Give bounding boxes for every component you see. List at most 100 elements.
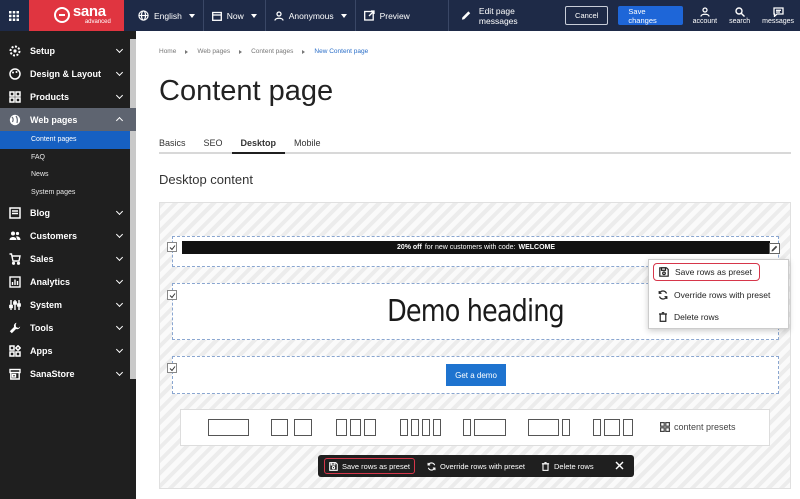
sidebar-item-label: Tools xyxy=(30,322,54,333)
toolbar-override-rows-with-preset[interactable]: Override rows with preset xyxy=(423,458,529,474)
content-editor: 20% off for new customers with code: WEL… xyxy=(159,202,791,489)
promo-banner: 20% off for new customers with code: WEL… xyxy=(182,241,770,254)
search-button[interactable]: search xyxy=(723,0,756,31)
layout-preset-side-a[interactable] xyxy=(463,419,471,436)
chevron-down-icon xyxy=(188,13,195,18)
save-changes-button[interactable]: Save changes xyxy=(618,6,683,25)
close-toolbar-button[interactable] xyxy=(615,461,624,472)
chevron-up-icon xyxy=(115,116,124,125)
sidebar-subitem-faq[interactable]: FAQ xyxy=(0,149,136,167)
layout-preset-mid-b[interactable] xyxy=(604,419,620,436)
promo-bold: 20% off xyxy=(396,244,422,251)
layout-preset-2col-b[interactable] xyxy=(294,419,312,436)
breadcrumb-home[interactable]: Home xyxy=(159,48,176,55)
sidebar-item-blog[interactable]: Blog xyxy=(0,201,136,224)
sidebar-item-label: Analytics xyxy=(30,276,71,287)
chevron-down-icon xyxy=(115,45,124,54)
content-presets-label: content presets xyxy=(674,422,736,432)
tab-mobile[interactable]: Mobile xyxy=(285,138,330,154)
date-selector[interactable]: Now xyxy=(204,0,265,31)
layout-preset-mid-c[interactable] xyxy=(623,419,633,436)
sidebar-item-setup[interactable]: Setup xyxy=(0,39,136,62)
breadcrumb-content-pages[interactable]: Content pages xyxy=(251,48,293,55)
layout-preset-mid-a[interactable] xyxy=(593,419,601,436)
sidebar-item-label: Setup xyxy=(30,45,56,56)
sidebar-subitem-content-pages[interactable]: Content pages xyxy=(0,131,136,149)
layout-preset-2col-a[interactable] xyxy=(271,419,288,436)
language-selector[interactable]: English xyxy=(124,0,203,31)
content-presets-button[interactable]: content presets xyxy=(660,422,736,432)
apps-grid-button[interactable] xyxy=(0,0,29,31)
layout-preset-3col-c[interactable] xyxy=(364,419,376,436)
sidebar-item-customers[interactable]: Customers xyxy=(0,224,136,247)
section-title: Desktop content xyxy=(159,172,253,187)
row-checkbox[interactable] xyxy=(167,242,177,252)
menu-item-label: Delete rows xyxy=(674,312,719,322)
layout-preset-3col-a[interactable] xyxy=(336,419,347,436)
toolbar-save-rows-as-preset[interactable]: Save rows as preset xyxy=(324,458,415,474)
sidebar-item-products[interactable]: Products xyxy=(0,85,136,108)
messages-button[interactable]: messages xyxy=(756,0,800,31)
row-checkbox[interactable] xyxy=(167,363,177,373)
blog-icon xyxy=(9,206,21,219)
layout-preset-3col-b[interactable] xyxy=(350,419,361,436)
cancel-button[interactable]: Cancel xyxy=(565,6,609,25)
globe-icon xyxy=(9,114,21,126)
layout-preset-4col-d[interactable] xyxy=(433,419,441,436)
tab-basics[interactable]: Basics xyxy=(159,138,195,154)
layout-preset-side-b[interactable] xyxy=(474,419,506,436)
row-checkbox[interactable] xyxy=(167,290,177,300)
sidebar-item-label: Sales xyxy=(30,253,54,264)
layout-preset-4col-a[interactable] xyxy=(400,419,408,436)
sidebar-item-analytics[interactable]: Analytics xyxy=(0,270,136,293)
get-a-demo-button[interactable]: Get a demo xyxy=(446,364,506,386)
external-link-icon xyxy=(363,10,375,21)
edit-page-messages-button[interactable]: Edit page messages xyxy=(449,0,558,31)
preview-button[interactable]: Preview xyxy=(356,0,418,31)
edit-messages-label: Edit page messages xyxy=(478,5,518,26)
menu-item-label: Save rows as preset xyxy=(675,267,753,277)
sidebar-item-sanastore[interactable]: SanaStore xyxy=(0,362,136,385)
logo-name: sana xyxy=(72,3,106,20)
sidebar-item-web-pages[interactable]: Web pages xyxy=(0,108,136,131)
tab-bar: Basics SEO Desktop Mobile xyxy=(159,138,791,154)
toolbar-delete-rows[interactable]: Delete rows xyxy=(537,458,598,474)
gear-icon xyxy=(9,45,21,57)
tab-seo[interactable]: SEO xyxy=(195,138,232,154)
account-button[interactable]: account xyxy=(687,0,724,31)
sidebar-subitem-system-pages[interactable]: System pages xyxy=(0,184,136,202)
sana-logo[interactable]: sana advanced xyxy=(28,0,124,31)
menu-override-rows-with-preset[interactable]: Override rows with preset xyxy=(653,286,786,304)
chevron-down-icon xyxy=(115,276,124,285)
sidebar-item-sales[interactable]: Sales xyxy=(0,247,136,270)
row-context-menu: Save rows as preset Override rows with p… xyxy=(648,259,789,329)
customers-icon xyxy=(9,230,21,242)
chevron-down-icon xyxy=(115,299,124,308)
layout-preset-side-c[interactable] xyxy=(528,419,559,436)
sidebar-item-label: System xyxy=(30,299,63,310)
layout-preset-side-d[interactable] xyxy=(562,419,570,436)
analytics-icon xyxy=(9,275,21,288)
layout-preset-4col-b[interactable] xyxy=(411,419,419,436)
sidebar-item-apps[interactable]: Apps xyxy=(0,339,136,362)
sana-logo-icon xyxy=(53,7,70,23)
menu-delete-rows[interactable]: Delete rows xyxy=(653,308,786,326)
layout-preset-1col[interactable] xyxy=(208,419,249,436)
menu-save-rows-as-preset[interactable]: Save rows as preset xyxy=(653,263,760,281)
tab-desktop[interactable]: Desktop xyxy=(231,138,286,154)
top-bar: sana advanced English Now Anonymous Prev… xyxy=(0,0,800,31)
palette-icon xyxy=(9,67,21,80)
sidebar-item-design-layout[interactable]: Design & Layout xyxy=(0,62,136,85)
sidebar-item-system[interactable]: System xyxy=(0,293,136,316)
main-content: Home Web pages Content pages New Content… xyxy=(136,31,800,499)
sidebar-item-tools[interactable]: Tools xyxy=(0,316,136,339)
layout-preset-4col-c[interactable] xyxy=(422,419,430,436)
user-selector[interactable]: Anonymous xyxy=(266,0,355,31)
breadcrumb-web-pages[interactable]: Web pages xyxy=(197,48,230,55)
row-edit-button[interactable] xyxy=(769,243,780,254)
breadcrumb-arrow-icon xyxy=(239,49,243,54)
content-row-button[interactable]: Get a demo xyxy=(172,356,779,394)
close-icon xyxy=(615,461,624,469)
breadcrumb-current: New Content page xyxy=(314,48,369,55)
sidebar-subitem-news[interactable]: News xyxy=(0,166,136,184)
